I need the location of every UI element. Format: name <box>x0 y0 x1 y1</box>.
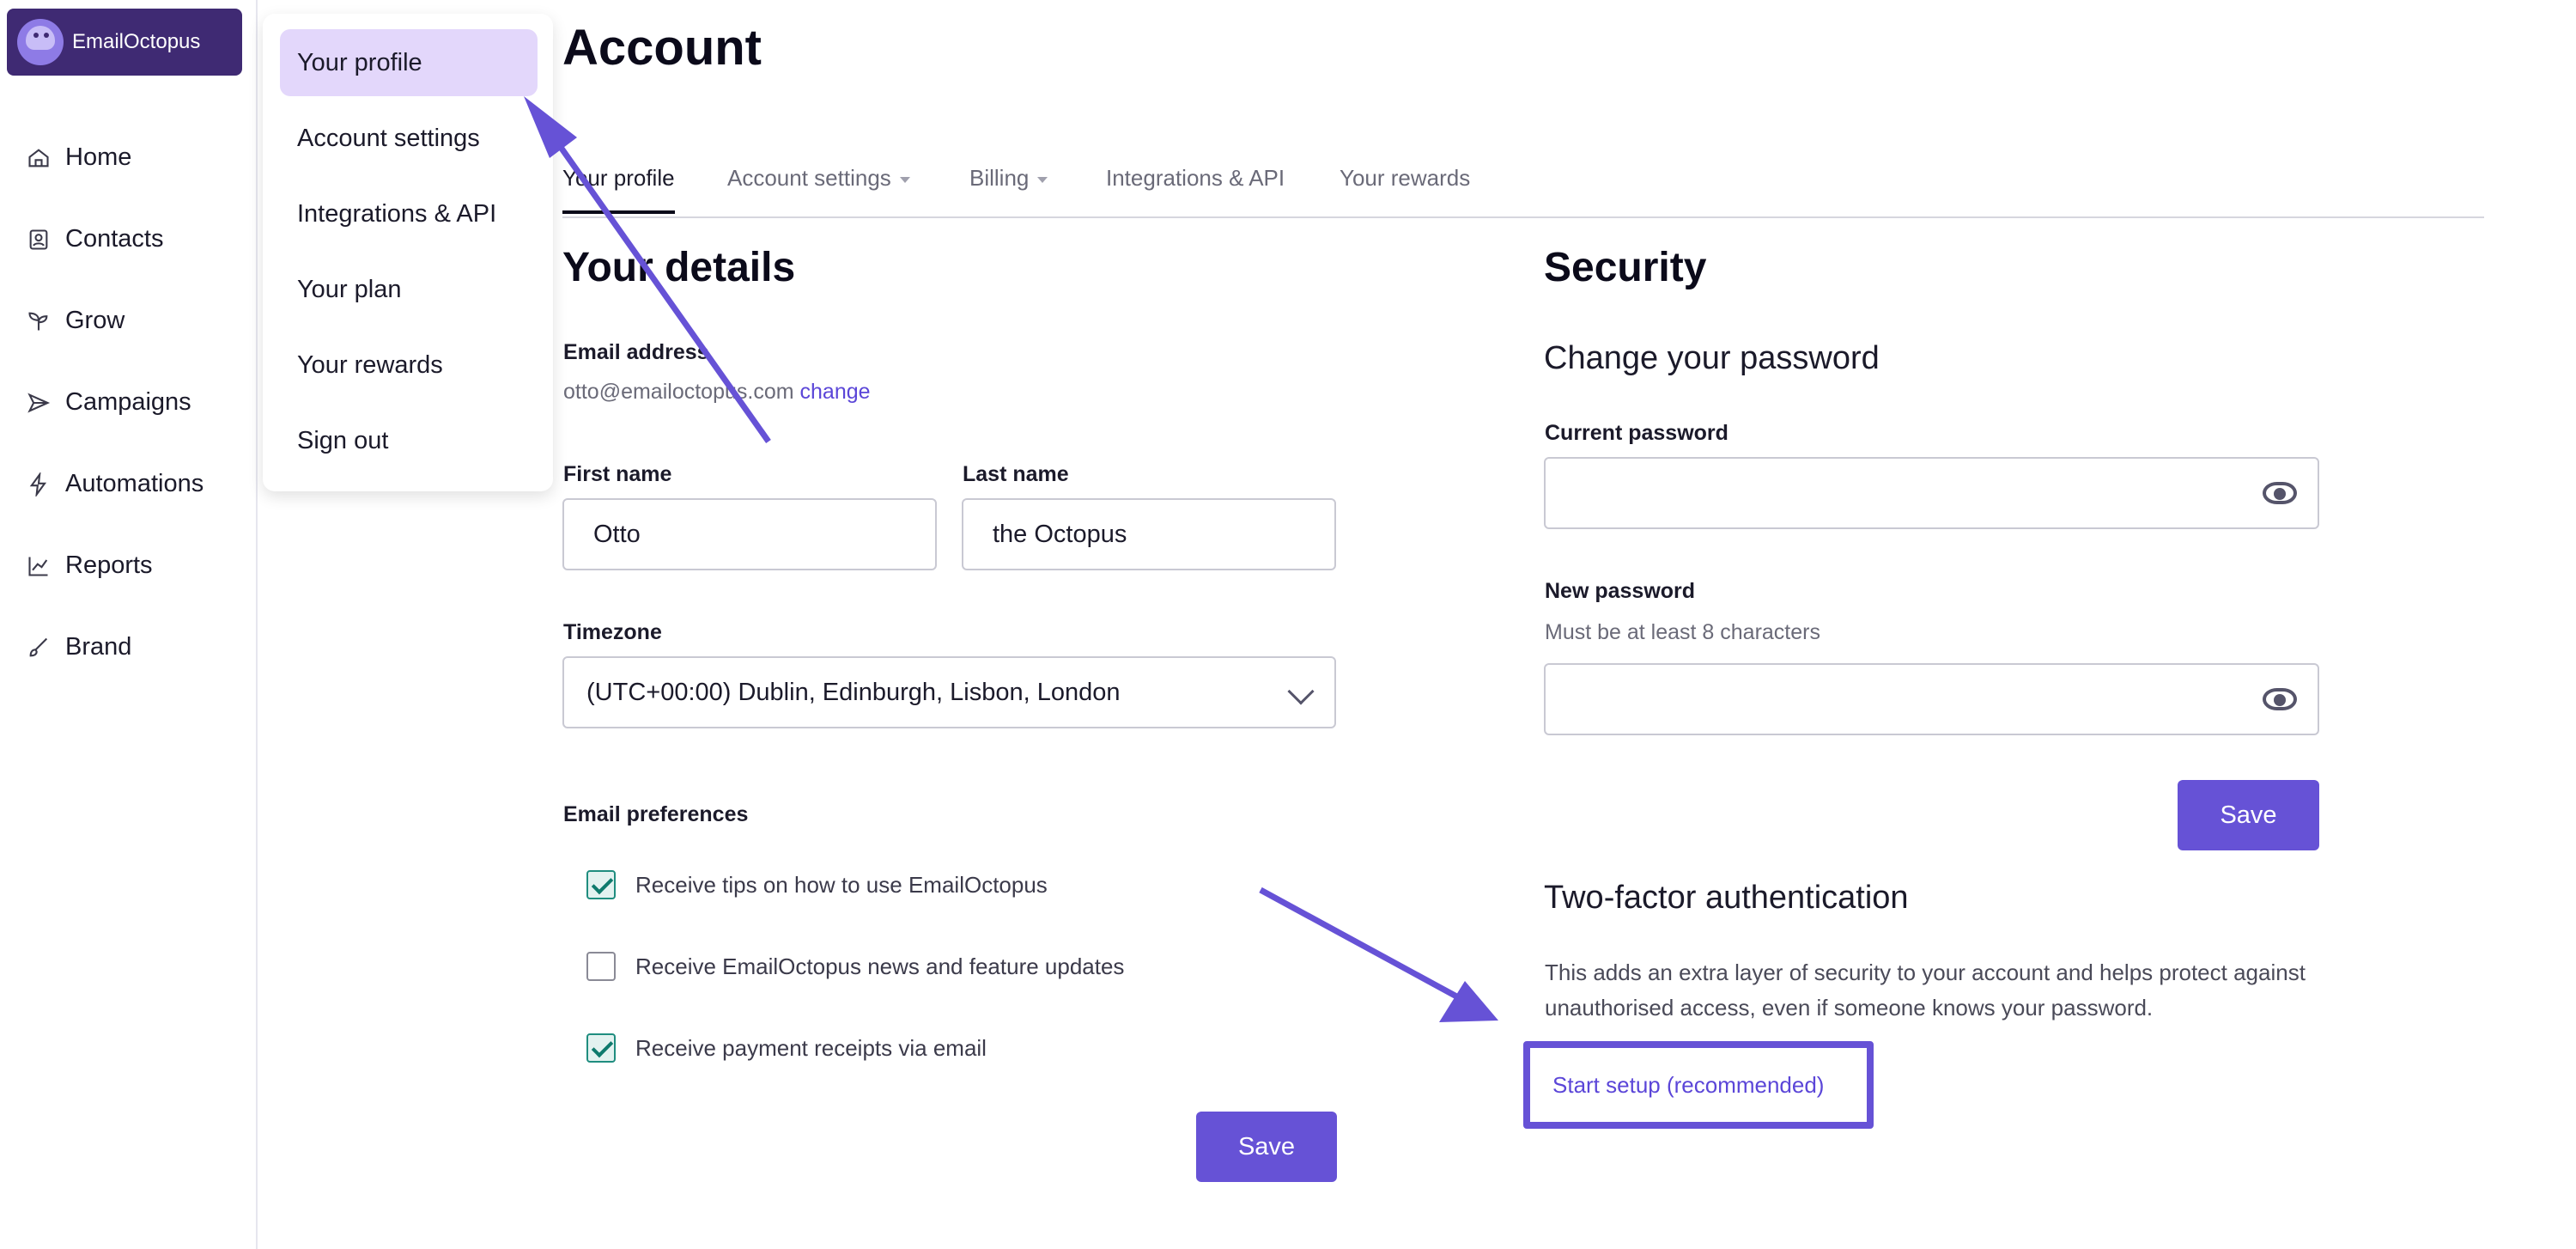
brush-icon <box>26 635 52 661</box>
tab-integrations-api[interactable]: Integrations & API <box>1106 165 1285 192</box>
pref-news-label: Receive EmailOctopus news and feature up… <box>635 954 1125 979</box>
sprout-icon <box>26 308 52 334</box>
account-dropdown-menu: Your profile Account settings Integratio… <box>263 14 553 491</box>
tab-label: Account settings <box>727 165 891 191</box>
sidebar-item-label: Brand <box>65 633 132 661</box>
tab-label: Your profile <box>562 165 675 191</box>
pref-tips-label: Receive tips on how to use EmailOctopus <box>635 872 1048 898</box>
first-name-label: First name <box>563 462 672 486</box>
two-factor-description: This adds an extra layer of security to … <box>1545 955 2318 1026</box>
sidebar-item-label: Reports <box>65 551 153 579</box>
menu-item-your-profile[interactable]: Your profile <box>280 29 538 96</box>
pref-tips-checkbox[interactable] <box>586 870 616 899</box>
menu-item-your-rewards[interactable]: Your rewards <box>280 332 538 399</box>
brand-name: EmailOctopus <box>72 30 201 53</box>
timezone-label: Timezone <box>563 620 662 644</box>
sidebar-item-label: Home <box>65 143 132 171</box>
tab-your-rewards[interactable]: Your rewards <box>1340 165 1470 192</box>
sidebar-item-home[interactable]: Home <box>26 117 204 198</box>
timezone-select[interactable]: (UTC+00:00) Dublin, Edinburgh, Lisbon, L… <box>562 656 1336 728</box>
menu-item-your-plan[interactable]: Your plan <box>280 256 538 323</box>
send-icon <box>26 390 52 416</box>
sidebar-nav: Home Contacts Grow Campaigns Automations <box>26 117 204 688</box>
eye-icon[interactable] <box>2263 482 2297 504</box>
first-name-field[interactable]: Otto <box>562 498 937 570</box>
two-factor-description-line: This adds an extra layer of security to … <box>1545 960 2306 985</box>
two-factor-heading: Two-factor authentication <box>1544 880 1909 916</box>
home-icon <box>26 145 52 171</box>
chevron-down-icon <box>1037 176 1048 183</box>
chart-line-icon <box>26 553 52 579</box>
sidebar: EmailOctopus Home Contacts Grow Campaign… <box>0 0 258 1249</box>
security-heading: Security <box>1544 245 1707 290</box>
new-password-hint: Must be at least 8 characters <box>1545 620 1820 644</box>
tab-billing[interactable]: Billing <box>969 165 1048 192</box>
current-password-label: Current password <box>1545 421 1728 445</box>
tab-account-settings[interactable]: Account settings <box>727 165 910 192</box>
annotation-arrowhead <box>1439 981 1498 1022</box>
two-factor-description-line: unauthorised access, even if someone kno… <box>1545 995 2154 1021</box>
save-details-button[interactable]: Save <box>1196 1112 1337 1182</box>
tab-label: Billing <box>969 165 1030 191</box>
sidebar-item-reports[interactable]: Reports <box>26 525 204 606</box>
sidebar-item-campaigns[interactable]: Campaigns <box>26 362 204 443</box>
account-tabs: Your profile Account settings Billing In… <box>562 155 2484 218</box>
email-display: otto@emailoctopus.com change <box>563 380 871 405</box>
pref-receipts-label: Receive payment receipts via email <box>635 1035 987 1061</box>
tab-label: Your rewards <box>1340 165 1471 191</box>
sidebar-item-grow[interactable]: Grow <box>26 280 204 362</box>
start-setup-highlight: Start setup (recommended) <box>1523 1041 1874 1129</box>
bolt-icon <box>26 472 52 497</box>
last-name-value: the Octopus <box>993 520 1127 548</box>
new-password-label: New password <box>1545 579 1696 603</box>
last-name-label: Last name <box>963 462 1069 486</box>
start-setup-link[interactable]: Start setup (recommended) <box>1552 1072 1824 1099</box>
new-password-field[interactable] <box>1544 663 2319 735</box>
menu-item-integrations-api[interactable]: Integrations & API <box>280 180 538 247</box>
sidebar-item-label: Contacts <box>65 225 164 253</box>
email-value: otto@emailoctopus.com <box>563 380 794 404</box>
last-name-field[interactable]: the Octopus <box>962 498 1336 570</box>
octopus-logo-icon <box>17 19 64 65</box>
tab-label: Integrations & API <box>1106 165 1285 191</box>
eye-icon[interactable] <box>2263 688 2297 710</box>
timezone-value: (UTC+00:00) Dublin, Edinburgh, Lisbon, L… <box>586 678 1121 706</box>
menu-item-sign-out[interactable]: Sign out <box>280 407 538 474</box>
save-password-button[interactable]: Save <box>2178 780 2319 850</box>
annotation-arrow-shaft <box>1259 886 1461 1002</box>
chevron-down-icon <box>899 176 910 183</box>
current-password-field[interactable] <box>1544 457 2319 529</box>
email-preferences-label: Email preferences <box>563 802 749 826</box>
sidebar-item-contacts[interactable]: Contacts <box>26 198 204 280</box>
your-details-heading: Your details <box>562 245 796 290</box>
page-title: Account <box>562 20 762 76</box>
change-email-link[interactable]: change <box>800 380 871 404</box>
tab-your-profile[interactable]: Your profile <box>562 165 675 214</box>
sidebar-item-label: Campaigns <box>65 388 191 416</box>
change-password-heading: Change your password <box>1544 340 1880 376</box>
sidebar-item-label: Grow <box>65 307 125 334</box>
chevron-down-icon <box>1287 678 1315 705</box>
sidebar-item-brand[interactable]: Brand <box>26 606 204 688</box>
sidebar-item-label: Automations <box>65 470 204 497</box>
contacts-icon <box>26 227 52 253</box>
sidebar-item-automations[interactable]: Automations <box>26 443 204 525</box>
brand-switcher[interactable]: EmailOctopus <box>7 9 242 76</box>
pref-news-checkbox[interactable] <box>586 952 616 981</box>
pref-receipts-checkbox[interactable] <box>586 1033 616 1063</box>
first-name-value: Otto <box>593 520 641 548</box>
email-label: Email address <box>563 340 709 364</box>
menu-item-account-settings[interactable]: Account settings <box>280 105 538 172</box>
